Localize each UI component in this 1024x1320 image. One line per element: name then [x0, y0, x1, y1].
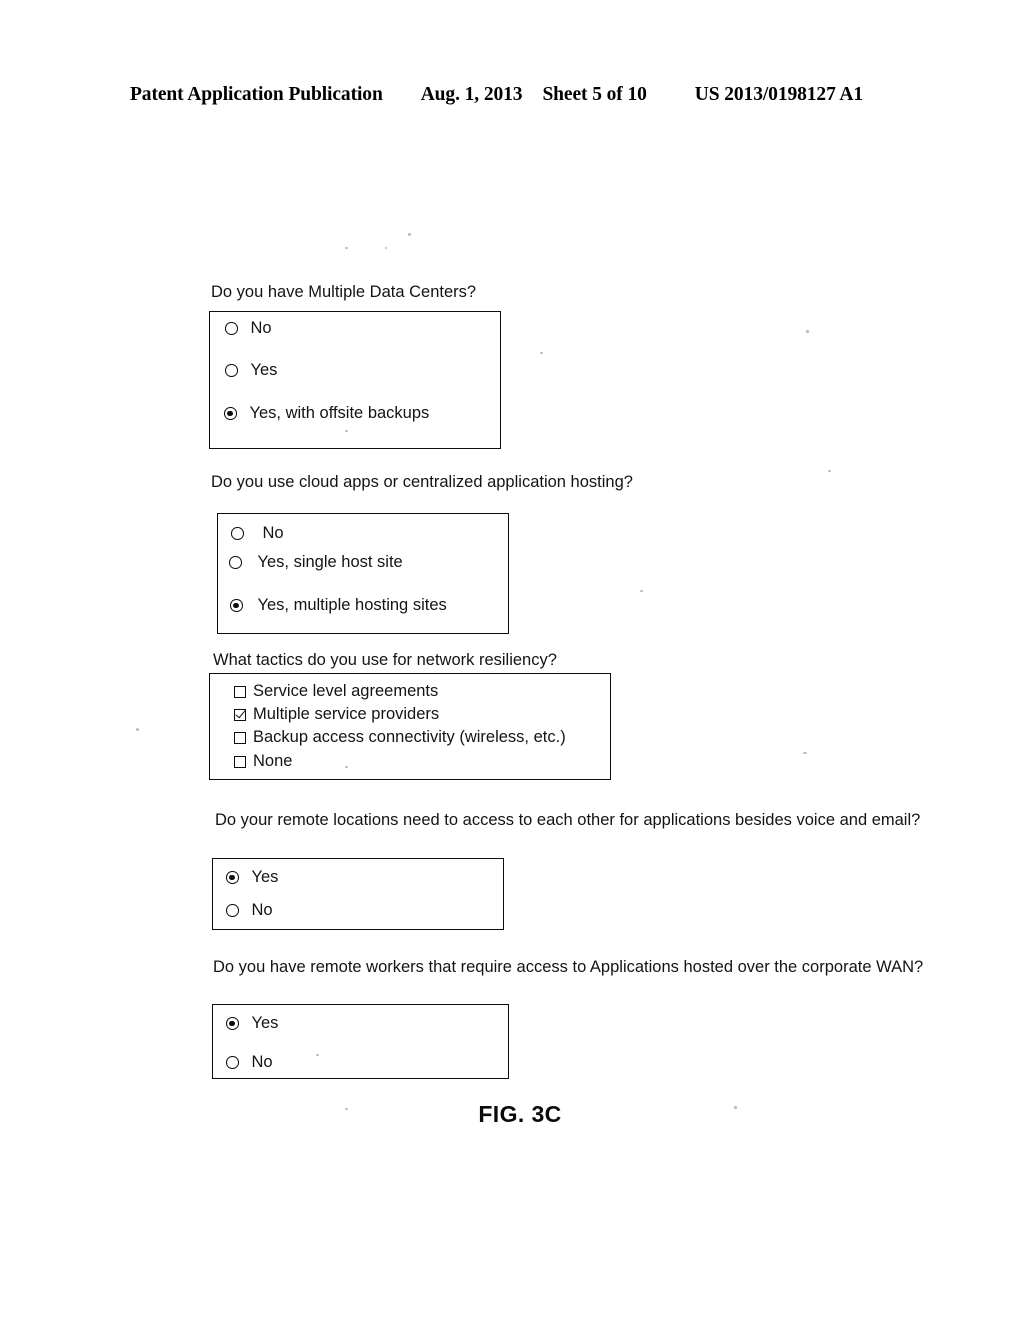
radio-icon[interactable] [230, 599, 243, 612]
radio-icon[interactable] [224, 407, 237, 420]
checkbox-icon[interactable] [234, 731, 246, 744]
scan-artifact [803, 752, 807, 754]
radio-icon[interactable] [225, 322, 238, 335]
option-label: Yes [251, 868, 279, 886]
option-remote-locations-yes[interactable]: Yes [226, 868, 278, 887]
radio-icon[interactable] [226, 871, 239, 884]
option-label: None [253, 752, 293, 770]
scan-artifact [408, 233, 411, 236]
option-cloud-apps-no[interactable]: No [231, 524, 284, 543]
scan-artifact [640, 590, 643, 592]
scan-artifact [136, 728, 139, 731]
option-label: No [262, 524, 284, 542]
option-resiliency-backup-access-connectivity[interactable]: Backup access connectivity (wireless, et… [234, 728, 566, 747]
option-label: Multiple service providers [253, 705, 440, 723]
option-remote-locations-no[interactable]: No [226, 901, 273, 920]
option-label: Yes, multiple hosting sites [257, 596, 447, 614]
scan-artifact [828, 470, 831, 472]
option-label: Yes, single host site [257, 553, 403, 571]
option-remote-workers-no[interactable]: No [226, 1053, 273, 1072]
option-label: Yes [250, 361, 278, 379]
scan-artifact [806, 330, 809, 333]
checkbox-icon[interactable] [234, 685, 246, 698]
form-figure: Do you have Multiple Data Centers? No Ye… [0, 0, 1024, 1320]
scan-artifact [385, 247, 387, 249]
option-label: Backup access connectivity (wireless, et… [253, 728, 566, 746]
radio-icon[interactable] [226, 1017, 239, 1030]
radio-icon[interactable] [229, 556, 242, 569]
radio-icon[interactable] [231, 527, 244, 540]
option-resiliency-none[interactable]: None [234, 752, 292, 771]
option-cloud-apps-multiple-hosting-sites[interactable]: Yes, multiple hosting sites [230, 596, 447, 615]
radio-icon[interactable] [225, 364, 238, 377]
question-label-remote-workers-wan: Do you have remote workers that require … [213, 958, 924, 976]
option-label: Service level agreements [253, 682, 439, 700]
option-label: Yes [251, 1014, 279, 1032]
radio-icon[interactable] [226, 904, 239, 917]
option-label: No [250, 319, 272, 337]
checkbox-icon[interactable] [234, 708, 246, 721]
question-label-remote-locations-access: Do your remote locations need to access … [215, 811, 921, 829]
option-label: No [251, 1053, 273, 1071]
option-cloud-apps-single-host-site[interactable]: Yes, single host site [229, 553, 403, 572]
scan-artifact [345, 247, 348, 249]
figure-caption: FIG. 3C [0, 1101, 1024, 1128]
option-label: No [251, 901, 273, 919]
scan-artifact [540, 352, 543, 354]
option-multiple-data-centers-no[interactable]: No [225, 319, 272, 338]
radio-icon[interactable] [226, 1056, 239, 1069]
question-label-multiple-data-centers: Do you have Multiple Data Centers? [211, 283, 477, 301]
figure-caption-text: FIG. 3C [478, 1101, 562, 1127]
question-label-cloud-apps-hosting: Do you use cloud apps or centralized app… [211, 473, 633, 491]
option-label: Yes, with offsite backups [249, 404, 430, 422]
option-multiple-data-centers-yes[interactable]: Yes [225, 361, 277, 380]
option-remote-workers-yes[interactable]: Yes [226, 1014, 278, 1033]
option-resiliency-service-level-agreements[interactable]: Service level agreements [234, 682, 438, 701]
question-label-network-resiliency: What tactics do you use for network resi… [213, 651, 557, 669]
option-multiple-data-centers-yes-offsite-backups[interactable]: Yes, with offsite backups [224, 404, 429, 423]
checkbox-icon[interactable] [234, 755, 246, 768]
option-resiliency-multiple-service-providers[interactable]: Multiple service providers [234, 705, 439, 724]
